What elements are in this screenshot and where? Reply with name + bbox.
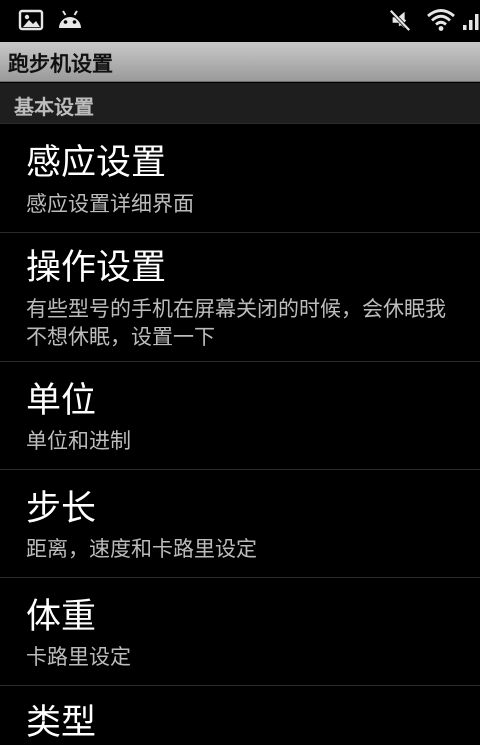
pref-title: 感应设置	[26, 143, 167, 183]
section-header-basic-settings: 基本设置	[0, 83, 480, 124]
mute-icon	[389, 9, 411, 32]
pref-summary: 距离，速度和卡路里设定	[26, 537, 257, 561]
pref-title: 类型	[26, 703, 97, 743]
title-bar: 跑步机设置	[0, 42, 480, 82]
preference-list: 感应设置 感应设置详细界面 操作设置 有些型号的手机在屏幕关闭的时候，会休眠我 …	[0, 124, 480, 745]
pref-summary: 卡路里设定	[26, 645, 131, 669]
android-icon	[59, 10, 81, 28]
pref-summary: 有些型号的手机在屏幕关闭的时候，会休眠我 不想休眠，设置一下	[26, 297, 446, 349]
pref-title: 步长	[26, 489, 97, 529]
pref-sensing-settings[interactable]: 感应设置 感应设置详细界面	[0, 124, 480, 233]
signal-icon	[463, 14, 479, 30]
pref-summary: 单位和进制	[26, 429, 131, 453]
picture-icon	[18, 9, 44, 31]
section-header-label: 基本设置	[14, 95, 94, 119]
pref-operation-settings[interactable]: 操作设置 有些型号的手机在屏幕关闭的时候，会休眠我 不想休眠，设置一下	[0, 233, 480, 362]
pref-title: 操作设置	[26, 248, 167, 288]
pref-stride-length[interactable]: 步长 距离，速度和卡路里设定	[0, 470, 480, 578]
pref-type[interactable]: 类型	[0, 686, 480, 745]
wifi-icon	[427, 9, 455, 31]
window-title: 跑步机设置	[8, 52, 113, 76]
pref-summary: 感应设置详细界面	[26, 192, 194, 216]
pref-weight[interactable]: 体重 卡路里设定	[0, 578, 480, 686]
status-bar	[0, 0, 480, 42]
pref-title: 体重	[26, 597, 97, 637]
pref-units[interactable]: 单位 单位和进制	[0, 362, 480, 470]
pref-title: 单位	[26, 381, 97, 421]
